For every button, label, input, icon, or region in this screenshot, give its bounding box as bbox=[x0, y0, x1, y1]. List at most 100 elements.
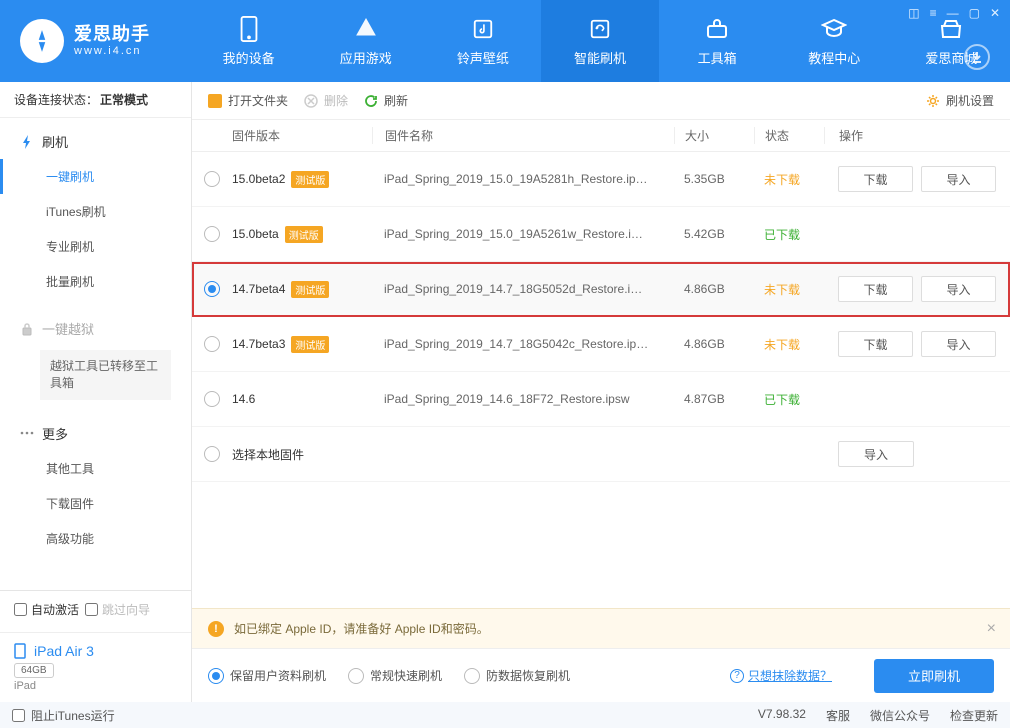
firmware-table: 15.0beta2测试版iPad_Spring_2019_15.0_19A528… bbox=[192, 152, 1010, 608]
device-name[interactable]: iPad Air 3 bbox=[0, 639, 191, 661]
row-name: iPad_Spring_2019_15.0_19A5281h_Restore.i… bbox=[372, 172, 674, 186]
row-radio[interactable] bbox=[204, 391, 220, 407]
nav-my-device[interactable]: 我的设备 bbox=[190, 0, 307, 82]
row-name: iPad_Spring_2019_14.6_18F72_Restore.ipsw bbox=[372, 392, 674, 406]
row-size: 5.42GB bbox=[674, 227, 754, 241]
auto-activate-checkbox[interactable]: 自动激活 bbox=[14, 601, 79, 618]
alert-icon: ! bbox=[208, 621, 224, 637]
download-button[interactable]: 下载 bbox=[838, 276, 913, 302]
delete-button[interactable]: 删除 bbox=[304, 92, 348, 109]
refresh-button[interactable]: 刷新 bbox=[364, 92, 408, 109]
row-size: 4.86GB bbox=[674, 337, 754, 351]
version-label: V7.98.32 bbox=[758, 707, 806, 724]
row-version: 14.6 bbox=[232, 392, 255, 406]
mode-normal[interactable]: 常规快速刷机 bbox=[348, 667, 442, 684]
download-button[interactable]: 下载 bbox=[838, 166, 913, 192]
row-size: 4.86GB bbox=[674, 282, 754, 296]
row-status: 已下载 bbox=[764, 228, 800, 242]
tip-text: 如已绑定 Apple ID，请准备好 Apple ID和密码。 bbox=[234, 620, 489, 637]
close-icon[interactable]: ✕ bbox=[990, 6, 1000, 20]
table-row[interactable]: 15.0beta测试版iPad_Spring_2019_15.0_19A5261… bbox=[192, 207, 1010, 262]
jailbreak-notice: 越狱工具已转移至工具箱 bbox=[40, 350, 171, 400]
table-row[interactable]: 14.7beta3测试版iPad_Spring_2019_14.7_18G504… bbox=[192, 317, 1010, 372]
gear-icon bbox=[926, 94, 940, 108]
mode-anti-recovery[interactable]: 防数据恢复刷机 bbox=[464, 667, 570, 684]
footer-check-update[interactable]: 检查更新 bbox=[950, 707, 998, 724]
row-radio[interactable] bbox=[204, 226, 220, 242]
row-radio[interactable] bbox=[204, 336, 220, 352]
nav-toolbox[interactable]: 工具箱 bbox=[659, 0, 776, 82]
open-folder-button[interactable]: 打开文件夹 bbox=[208, 92, 288, 109]
footer-wechat[interactable]: 微信公众号 bbox=[870, 707, 930, 724]
import-button[interactable]: 导入 bbox=[921, 276, 996, 302]
table-row[interactable]: 14.7beta4测试版iPad_Spring_2019_14.7_18G505… bbox=[192, 262, 1010, 317]
status-bar: 阻止iTunes运行 V7.98.32 客服 微信公众号 检查更新 bbox=[0, 702, 1010, 728]
delete-icon bbox=[304, 94, 318, 108]
sidebar-group-more[interactable]: 更多 bbox=[0, 416, 191, 451]
th-ops: 操作 bbox=[824, 127, 1010, 144]
folder-icon bbox=[208, 94, 222, 108]
logo-title: 爱思助手 bbox=[74, 24, 150, 46]
import-button[interactable]: 导入 bbox=[921, 166, 996, 192]
import-button[interactable]: 导入 bbox=[921, 331, 996, 357]
logo-sub: www.i4.cn bbox=[74, 45, 150, 58]
row-name: iPad_Spring_2019_15.0_19A5261w_Restore.i… bbox=[372, 227, 674, 241]
table-row[interactable]: 15.0beta2测试版iPad_Spring_2019_15.0_19A528… bbox=[192, 152, 1010, 207]
maximize-icon[interactable]: ▢ bbox=[969, 6, 980, 20]
row-status: 未下载 bbox=[764, 283, 800, 297]
th-status: 状态 bbox=[754, 127, 824, 144]
lock-icon bbox=[20, 322, 34, 336]
beta-tag: 测试版 bbox=[291, 336, 329, 353]
import-button[interactable]: 导入 bbox=[838, 441, 914, 467]
action-bar: 保留用户资料刷机 常规快速刷机 防数据恢复刷机 ?只想抹除数据？ 立即刷机 bbox=[192, 648, 1010, 702]
row-version: 14.7beta4 bbox=[232, 282, 285, 296]
minimize-icon[interactable]: — bbox=[947, 6, 959, 20]
row-size: 5.35GB bbox=[674, 172, 754, 186]
tip-bar: ! 如已绑定 Apple ID，请准备好 Apple ID和密码。 × bbox=[192, 608, 1010, 648]
download-indicator-icon[interactable] bbox=[964, 44, 990, 70]
nav-apps-games[interactable]: 应用游戏 bbox=[307, 0, 424, 82]
sidebar-item-other-tools[interactable]: 其他工具 bbox=[0, 451, 191, 486]
download-button[interactable]: 下载 bbox=[838, 331, 913, 357]
sidebar-item-itunes-flash[interactable]: iTunes刷机 bbox=[0, 194, 191, 229]
sidebar-item-oneclick-flash[interactable]: 一键刷机 bbox=[0, 159, 191, 194]
flash-settings-button[interactable]: 刷机设置 bbox=[926, 92, 994, 109]
toolbar: 打开文件夹 删除 刷新 刷机设置 bbox=[192, 82, 1010, 120]
table-row-local[interactable]: 选择本地固件导入 bbox=[192, 427, 1010, 482]
nav-smart-flash[interactable]: 智能刷机 bbox=[541, 0, 658, 82]
sidebar-group-flash[interactable]: 刷机 bbox=[0, 124, 191, 159]
block-itunes-checkbox[interactable]: 阻止iTunes运行 bbox=[12, 707, 115, 724]
main-nav: 我的设备 应用游戏 铃声壁纸 智能刷机 工具箱 教程中心 爱思商城 bbox=[190, 0, 1010, 82]
table-row[interactable]: 14.6 iPad_Spring_2019_14.6_18F72_Restore.… bbox=[192, 372, 1010, 427]
skip-guide-checkbox[interactable]: 跳过向导 bbox=[85, 601, 150, 618]
row-name: iPad_Spring_2019_14.7_18G5042c_Restore.i… bbox=[372, 337, 674, 351]
row-status: 已下载 bbox=[764, 393, 800, 407]
tip-close-icon[interactable]: × bbox=[987, 620, 996, 638]
beta-tag: 测试版 bbox=[291, 281, 329, 298]
nav-ringtones-wallpapers[interactable]: 铃声壁纸 bbox=[424, 0, 541, 82]
th-name: 固件名称 bbox=[372, 127, 674, 144]
row-radio[interactable] bbox=[204, 281, 220, 297]
erase-data-link[interactable]: ?只想抹除数据？ bbox=[730, 667, 832, 684]
row-radio[interactable] bbox=[204, 446, 220, 462]
mode-keep-data[interactable]: 保留用户资料刷机 bbox=[208, 667, 326, 684]
footer-support[interactable]: 客服 bbox=[826, 707, 850, 724]
tshirt-icon[interactable]: ◫ bbox=[908, 6, 919, 20]
nav-tutorials[interactable]: 教程中心 bbox=[776, 0, 893, 82]
device-panel: 自动激活 跳过向导 iPad Air 3 64GB iPad bbox=[0, 590, 191, 702]
row-radio[interactable] bbox=[204, 171, 220, 187]
flash-icon bbox=[20, 135, 34, 149]
row-status: 未下载 bbox=[764, 173, 800, 187]
sidebar-item-pro-flash[interactable]: 专业刷机 bbox=[0, 229, 191, 264]
flash-now-button[interactable]: 立即刷机 bbox=[874, 659, 994, 693]
sidebar-item-advanced[interactable]: 高级功能 bbox=[0, 521, 191, 556]
sidebar-item-download-firmware[interactable]: 下载固件 bbox=[0, 486, 191, 521]
table-header: 固件版本 固件名称 大小 状态 操作 bbox=[192, 120, 1010, 152]
window-controls: ◫ ≡ — ▢ ✕ bbox=[908, 6, 1000, 20]
logo-icon bbox=[20, 19, 64, 63]
sidebar-item-batch-flash[interactable]: 批量刷机 bbox=[0, 264, 191, 299]
th-size: 大小 bbox=[674, 127, 754, 144]
menu-icon[interactable]: ≡ bbox=[930, 6, 937, 20]
logo-area: 爱思助手 www.i4.cn bbox=[0, 0, 190, 82]
device-capacity: 64GB bbox=[14, 663, 54, 678]
